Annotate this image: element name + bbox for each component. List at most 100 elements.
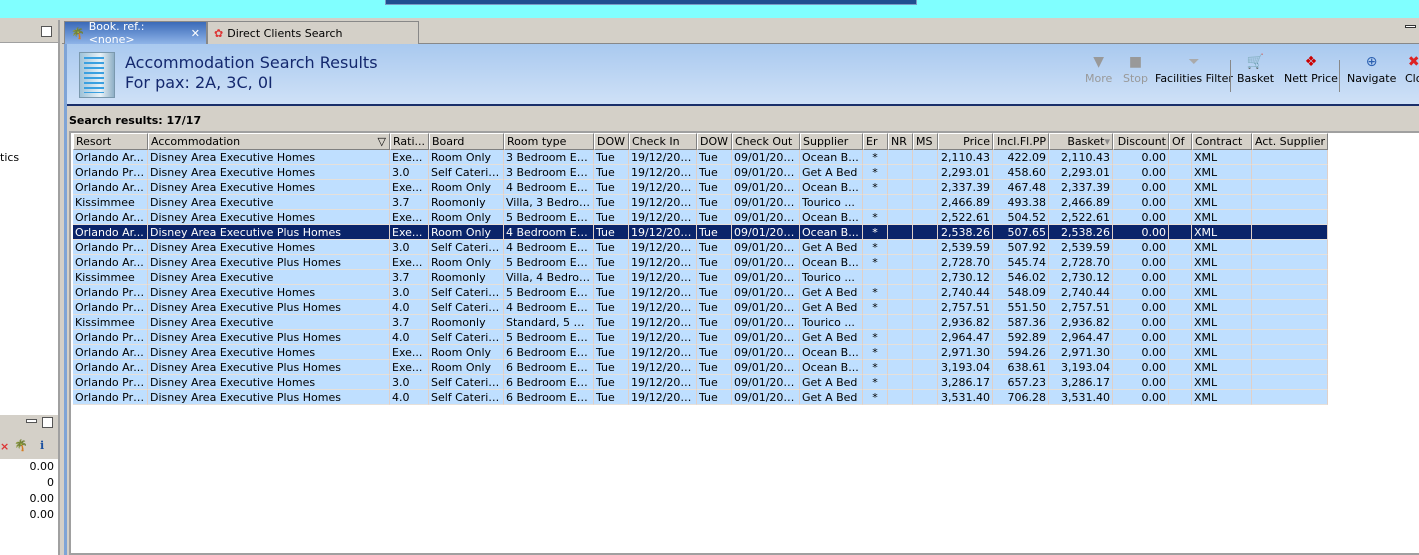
triangle-down-icon: ▼ xyxy=(1093,54,1105,70)
cell-dow-in: Tue xyxy=(594,270,629,285)
table-row[interactable]: Kissimmee Disney Area Executive 3.7 Roomonl… xyxy=(73,195,1328,210)
column-header-resort[interactable]: Resort xyxy=(73,133,148,150)
basket-button[interactable]: 🛒 Basket xyxy=(1237,52,1274,85)
cell-contract: XML xyxy=(1192,315,1252,330)
table-row[interactable]: Orlando Ar... Disney Area Executive Homes… xyxy=(73,150,1328,165)
cell-accommodation: Disney Area Executive Homes xyxy=(148,165,390,180)
column-header-rating[interactable]: Rati... xyxy=(390,133,429,150)
table-row[interactable]: Orlando Pri... Disney Area Executive Plus… xyxy=(73,390,1328,405)
column-header-dow-out[interactable]: DOW xyxy=(697,133,732,150)
column-header-supplier[interactable]: Supplier xyxy=(800,133,863,150)
left-bottom-toolbar: × 🌴 i xyxy=(0,437,58,459)
cell-resort: Kissimmee xyxy=(73,270,148,285)
table-row[interactable]: Orlando Ar... Disney Area Executive Homes… xyxy=(73,180,1328,195)
cell-of xyxy=(1169,195,1192,210)
cell-basket: 2,522.61 xyxy=(1049,210,1113,225)
table-row[interactable]: Orlando Pri... Disney Area Executive Home… xyxy=(73,240,1328,255)
column-header-er[interactable]: Er xyxy=(863,133,888,150)
cell-check-in: 19/12/2017 xyxy=(629,240,697,255)
column-header-check-in[interactable]: Check In xyxy=(629,133,697,150)
cell-ms xyxy=(913,165,938,180)
cell-basket: 2,740.44 xyxy=(1049,285,1113,300)
minimize-button[interactable] xyxy=(41,26,52,37)
column-header-check-out[interactable]: Check Out xyxy=(732,133,800,150)
filter-icon[interactable]: ▽ xyxy=(378,134,386,149)
table-row[interactable]: Orlando Ar... Disney Area Executive Homes… xyxy=(73,345,1328,360)
column-header-of[interactable]: Of xyxy=(1169,133,1192,150)
cell-dow-out: Tue xyxy=(697,150,732,165)
table-row[interactable]: Orlando Pri... Disney Area Executive Home… xyxy=(73,165,1328,180)
minimize-button[interactable] xyxy=(26,419,37,423)
cell-check-out: 09/01/2018 xyxy=(732,195,800,210)
cell-rating: 4.0 xyxy=(390,330,429,345)
table-row[interactable]: Orlando Ar... Disney Area Executive Homes… xyxy=(73,210,1328,225)
cell-basket: 2,293.01 xyxy=(1049,165,1113,180)
cell-supplier: Tourico ... xyxy=(800,270,863,285)
column-header-discount[interactable]: Discount xyxy=(1113,133,1169,150)
navigate-button[interactable]: ⊕ Navigate xyxy=(1347,52,1396,85)
column-header-dow-in[interactable]: DOW xyxy=(594,133,629,150)
cell-ms xyxy=(913,330,938,345)
table-row[interactable]: Orlando Ar... Disney Area Executive Plus … xyxy=(73,255,1328,270)
nett-price-button[interactable]: ❖ Nett Price xyxy=(1284,52,1338,85)
cell-ms xyxy=(913,390,938,405)
palm-tree-icon[interactable]: 🌴 xyxy=(14,439,28,452)
more-button[interactable]: ▼ More xyxy=(1085,52,1112,85)
table-row[interactable]: Orlando Pri... Disney Area Executive Home… xyxy=(73,285,1328,300)
table-row[interactable]: Orlando Pri... Disney Area Executive Plus… xyxy=(73,300,1328,315)
clients-icon: ✿ xyxy=(214,26,224,40)
tab-booking[interactable]: 🌴 Book. ref.: <none> ✕ xyxy=(64,20,207,46)
column-header-contract[interactable]: Contract xyxy=(1192,133,1252,150)
column-header-nr[interactable]: NR xyxy=(888,133,913,150)
cell-basket: 2,971.30 xyxy=(1049,345,1113,360)
minimize-button[interactable] xyxy=(1405,25,1416,28)
cell-resort: Orlando Pri... xyxy=(73,165,148,180)
close-icon[interactable]: × xyxy=(0,440,9,453)
cell-act-supplier xyxy=(1252,210,1328,225)
column-header-accommodation[interactable]: Accommodation ▽ xyxy=(148,133,390,150)
cell-discount: 0.00 xyxy=(1113,390,1169,405)
close-icon[interactable]: ✕ xyxy=(191,27,200,40)
stop-button[interactable]: ■ Stop xyxy=(1123,52,1148,85)
table-row[interactable]: Orlando Ar... Disney Area Executive Plus … xyxy=(73,360,1328,375)
cell-incl-fl-pp: 551.50 xyxy=(993,300,1049,315)
cell-supplier: Ocean B... xyxy=(800,150,863,165)
cell-check-out: 09/01/2018 xyxy=(732,180,800,195)
cell-discount: 0.00 xyxy=(1113,330,1169,345)
cell-dow-in: Tue xyxy=(594,390,629,405)
table-row[interactable]: Kissimmee Disney Area Executive 3.7 Roomonl… xyxy=(73,270,1328,285)
column-header-price[interactable]: Price xyxy=(938,133,993,150)
cell-room-type: 5 Bedroom Exe... xyxy=(504,330,594,345)
column-header-board[interactable]: Board xyxy=(429,133,504,150)
cell-discount: 0.00 xyxy=(1113,285,1169,300)
column-header-ms[interactable]: MS xyxy=(913,133,938,150)
cell-check-in: 19/12/2017 xyxy=(629,165,697,180)
cell-room-type: Villa, 3 Bedroo... xyxy=(504,195,594,210)
column-header-basket[interactable]: Basket▾ xyxy=(1049,133,1113,150)
column-header-incl-fl-pp[interactable]: Incl.Fl.PP xyxy=(993,133,1049,150)
close-button[interactable]: ✖ Clo xyxy=(1405,52,1419,85)
maximize-button[interactable] xyxy=(42,417,53,428)
left-panel-header xyxy=(0,20,58,42)
facilities-filter-button[interactable]: ⏷ Facilities Filter xyxy=(1155,52,1233,85)
cell-price: 2,522.61 xyxy=(938,210,993,225)
tree-item-partial[interactable]: tics xyxy=(0,151,19,164)
cell-dow-out: Tue xyxy=(697,285,732,300)
cell-er: * xyxy=(863,240,888,255)
close-icon: ✖ xyxy=(1407,54,1419,70)
cell-accommodation: Disney Area Executive Plus Homes xyxy=(148,255,390,270)
cell-discount: 0.00 xyxy=(1113,195,1169,210)
cell-dow-out: Tue xyxy=(697,300,732,315)
column-header-act-supplier[interactable]: Act. Supplier xyxy=(1252,133,1328,150)
info-icon[interactable]: i xyxy=(40,439,44,452)
cell-accommodation: Disney Area Executive Homes xyxy=(148,150,390,165)
tab-direct-clients-search[interactable]: ✿ Direct Clients Search xyxy=(207,21,419,44)
stop-label: Stop xyxy=(1123,72,1149,85)
table-row[interactable]: Orlando Pri... Disney Area Executive Home… xyxy=(73,375,1328,390)
column-header-room-type[interactable]: Room type xyxy=(504,133,594,150)
cell-dow-out: Tue xyxy=(697,390,732,405)
table-row[interactable]: Orlando Ar... Disney Area Executive Plus … xyxy=(73,225,1328,240)
table-row[interactable]: Kissimmee Disney Area Executive 3.7 Roomonl… xyxy=(73,315,1328,330)
table-header: Resort Accommodation ▽ Rati... Board Room typ… xyxy=(73,133,1328,150)
table-row[interactable]: Orlando Pri... Disney Area Executive Plus… xyxy=(73,330,1328,345)
